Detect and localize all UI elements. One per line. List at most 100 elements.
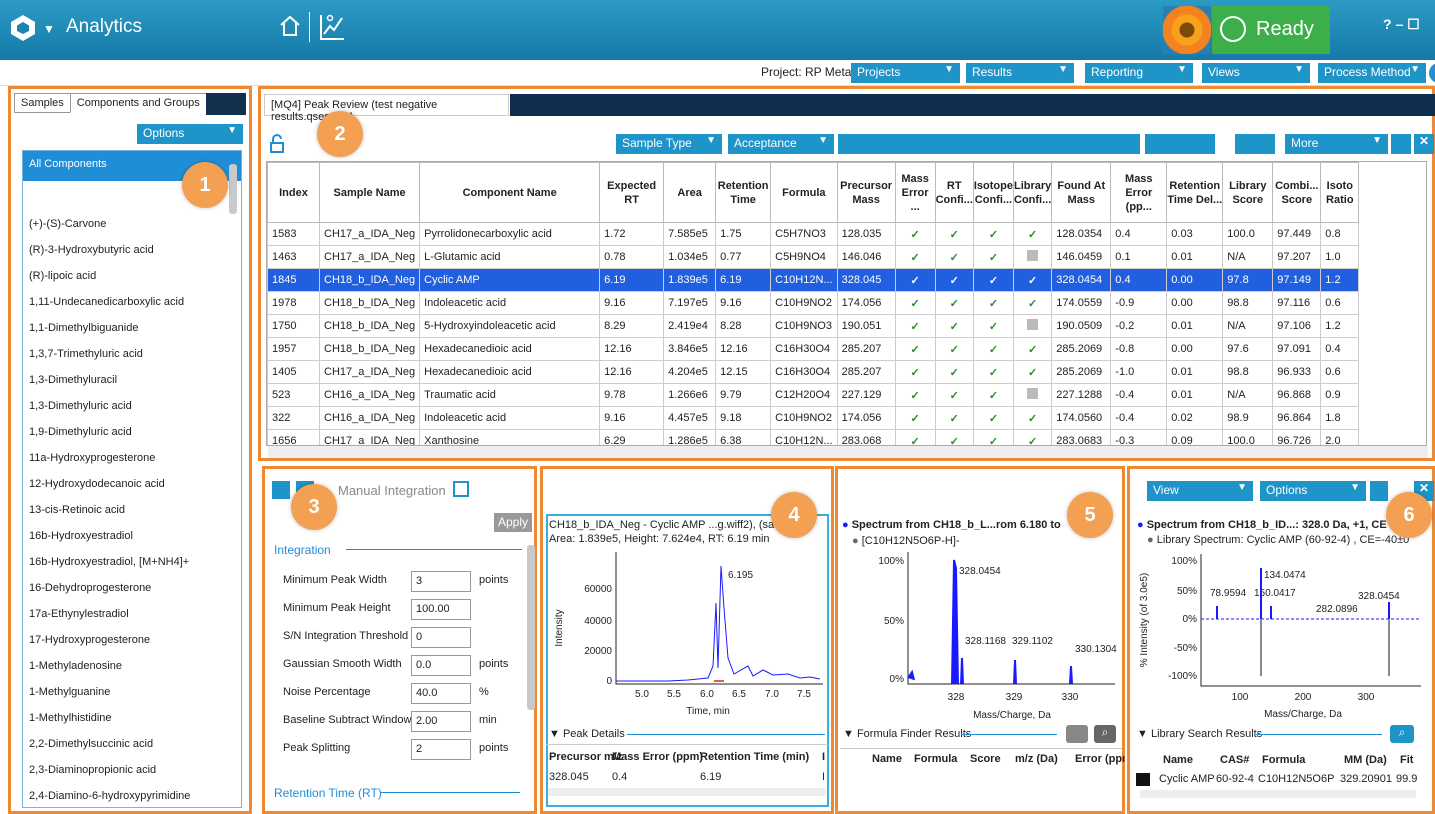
views-dropdown[interactable]: Views ▼	[1202, 63, 1310, 83]
table-row[interactable]: Cyclic AMP60-92-4 C10H12N5O6P 329.20901 99.…	[1133, 770, 1433, 788]
window-controls[interactable]: ? – ☐	[1383, 16, 1420, 33]
col-header[interactable]: Index	[267, 162, 320, 223]
list-item[interactable]: 1,3-Dimethyluric acid	[23, 393, 241, 419]
list-item[interactable]: 17-Hydroxyprogesterone	[23, 627, 241, 653]
col-header[interactable]: RT Confi...	[934, 162, 974, 223]
col-header[interactable]: Isotope Confi...	[972, 162, 1015, 223]
view-dropdown[interactable]: View ▼	[1147, 481, 1253, 501]
col-header[interactable]: Library Confi...	[1012, 162, 1053, 223]
sample-type-filter[interactable]: Sample Type ▼	[616, 134, 722, 154]
column-filter-toolbar[interactable]	[838, 134, 1140, 154]
close-icon[interactable]: ✕	[1414, 134, 1434, 154]
list-item[interactable]: 1,1-Dimethylbiguanide	[23, 315, 241, 341]
param-input[interactable]: 0.0	[411, 655, 471, 676]
spectrum-plot[interactable]: 100% 50% 0% 328 329 330 Mass/Charge, Da …	[840, 548, 1120, 723]
analysis-chart-icon[interactable]	[318, 12, 346, 42]
reporting-dropdown[interactable]: Reporting ▼	[1085, 63, 1193, 83]
list-item[interactable]: (R)-lipoic acid	[23, 263, 241, 289]
table-row[interactable]: 1845 CH18_b_IDA_Neg Cyclic AMP 6.19 1.839e5 6…	[267, 268, 1360, 292]
col-header[interactable]: Area	[663, 162, 717, 223]
results-dropdown[interactable]: Results ▼	[966, 63, 1074, 83]
col-header[interactable]: Precursor Mass	[836, 162, 896, 223]
col-header[interactable]: Retention Time Del...	[1166, 162, 1224, 223]
table-row[interactable]: 328.045 0.4 6.19 I	[546, 767, 828, 785]
chart-toggle-buttons[interactable]	[1235, 134, 1275, 154]
tab-samples[interactable]: Samples	[14, 93, 71, 113]
list-item[interactable]: 2,3-Diaminopropionic acid	[23, 757, 241, 783]
param-input[interactable]: 0	[411, 627, 471, 648]
list-item[interactable]: 1,9-Dimethyluric acid	[23, 419, 241, 445]
list-item[interactable]: 1-Methylhistidine	[23, 705, 241, 731]
list-item[interactable]: (+)-(S)-Carvone	[23, 211, 241, 237]
acceptance-filter[interactable]: Acceptance ▼	[728, 134, 834, 154]
list-item[interactable]: 17a-Ethynylestradiol	[23, 601, 241, 627]
table-row[interactable]: 1978 CH18_b_IDA_Neg Indoleacetic acid 9.16 7…	[267, 291, 1360, 315]
apply-button[interactable]: Apply	[494, 513, 532, 532]
filter-icon[interactable]	[1391, 134, 1411, 154]
list-item[interactable]: 1-Methyladenosine	[23, 653, 241, 679]
param-input[interactable]: 2.00	[411, 711, 471, 732]
app-menu-chevron-icon[interactable]: ▼	[43, 22, 55, 36]
copy-icon[interactable]	[1370, 481, 1388, 501]
table-horizontal-scrollbar[interactable]	[268, 446, 1428, 458]
table-row[interactable]: 1957 CH18_b_IDA_Neg Hexadecanedioic acid 12…	[267, 337, 1360, 361]
search-icon[interactable]: ⌕	[1390, 725, 1414, 743]
projects-dropdown[interactable]: Projects ▼	[851, 63, 960, 83]
list-item[interactable]: 16b-Hydroxyestradiol	[23, 523, 241, 549]
unlock-icon[interactable]	[268, 134, 286, 154]
view-toggle-buttons[interactable]	[1145, 134, 1215, 154]
integration-tool-icon[interactable]	[272, 481, 290, 499]
list-item[interactable]: 16-Dehydroprogesterone	[23, 575, 241, 601]
app-logo-icon[interactable]	[10, 14, 36, 42]
param-input[interactable]: 2	[411, 739, 471, 760]
col-header[interactable]: Formula	[770, 162, 838, 223]
library-scrollbar[interactable]	[1140, 790, 1416, 798]
col-header[interactable]: Component Name	[419, 162, 601, 223]
expand-icon[interactable]	[453, 481, 469, 497]
home-icon[interactable]	[279, 14, 301, 38]
param-input[interactable]: 100.00	[411, 599, 471, 620]
process-method-dropdown[interactable]: Process Method ▼	[1318, 63, 1426, 83]
col-header[interactable]: Library Score	[1222, 162, 1274, 223]
list-item[interactable]: 1,3,7-Trimethyluric acid	[23, 341, 241, 367]
table-row[interactable]: 322 CH16_a_IDA_Neg Indoleacetic acid 9.16 4.…	[267, 406, 1360, 430]
list-item[interactable]: 13-cis-Retinoic acid	[23, 497, 241, 523]
list-item[interactable]: 12-Hydroxydodecanoic acid	[23, 471, 241, 497]
table-row[interactable]: 1750 CH18_b_IDA_Neg 5-Hydroxyindoleacetic …	[267, 314, 1360, 338]
more-dropdown[interactable]: More ▼	[1285, 134, 1388, 154]
list-item[interactable]: 16b-Hydroxyestradiol, [M+NH4]+	[23, 549, 241, 575]
list-item[interactable]: 2,2-Dimethylsuccinic acid	[23, 731, 241, 757]
table-row[interactable]: 1463 CH17_a_IDA_Neg L-Glutamic acid 0.78 1.0…	[267, 245, 1360, 269]
col-header[interactable]: Isoto Ratio	[1320, 162, 1360, 223]
col-header[interactable]: Mass Error ...	[894, 162, 936, 223]
col-header[interactable]: Combi... Score	[1272, 162, 1322, 223]
table-row[interactable]: 1405 CH17_a_IDA_Neg Hexadecanedioic acid 12…	[267, 360, 1360, 384]
list-item[interactable]: (R)-3-Hydroxybutyric acid	[23, 237, 241, 263]
list-item[interactable]: 1,3-Dimethyluracil	[23, 367, 241, 393]
tab-components[interactable]: Components and Groups	[69, 93, 207, 113]
list-scrollbar[interactable]	[229, 164, 237, 214]
left-options-dropdown[interactable]: Options ▼	[137, 124, 243, 144]
chromatogram-plot[interactable]: Intensity 60000 40000 20000 0 5.0 5.5 6.…	[548, 548, 828, 718]
table-row[interactable]: 1583 CH17_a_IDA_Neg Pyrrolidonecarboxylic …	[267, 222, 1360, 246]
search-icon[interactable]: ⌕	[1094, 725, 1116, 743]
formula-settings-button[interactable]	[1066, 725, 1088, 743]
list-item[interactable]: 1-Methylguanine	[23, 679, 241, 705]
pane3-scrollbar[interactable]	[527, 545, 535, 710]
table-row[interactable]: 1656 CH17_a_IDA_Neg Xanthosine 6.29 1.286e5 6…	[267, 429, 1360, 445]
details-scrollbar[interactable]	[548, 788, 826, 796]
param-input[interactable]: 40.0	[411, 683, 471, 704]
doc-tab[interactable]: [MQ4] Peak Review (test negative results…	[264, 94, 509, 123]
col-header[interactable]: Sample Name	[318, 162, 421, 223]
col-header[interactable]: Mass Error (pp...	[1110, 162, 1168, 223]
col-header[interactable]: Expected RT	[599, 162, 665, 223]
param-input[interactable]: 3	[411, 571, 471, 592]
list-item[interactable]: 11a-Hydroxyprogesterone	[23, 445, 241, 471]
col-header[interactable]: Found At Mass	[1051, 162, 1112, 223]
library-mirror-plot[interactable]: % Intensity (of 3.0e5) 100% 50% 0% -50% …	[1133, 550, 1423, 720]
col-header[interactable]: Retention Time	[715, 162, 772, 223]
library-options-dropdown[interactable]: Options ▼	[1260, 481, 1366, 501]
list-item[interactable]: 2,4-Diamino-6-hydroxypyrimidine	[23, 783, 241, 807]
list-item[interactable]: 1,11-Undecanedicarboxylic acid	[23, 289, 241, 315]
table-row[interactable]: 523 CH16_a_IDA_Neg Traumatic acid 9.78 1.266…	[267, 383, 1360, 407]
